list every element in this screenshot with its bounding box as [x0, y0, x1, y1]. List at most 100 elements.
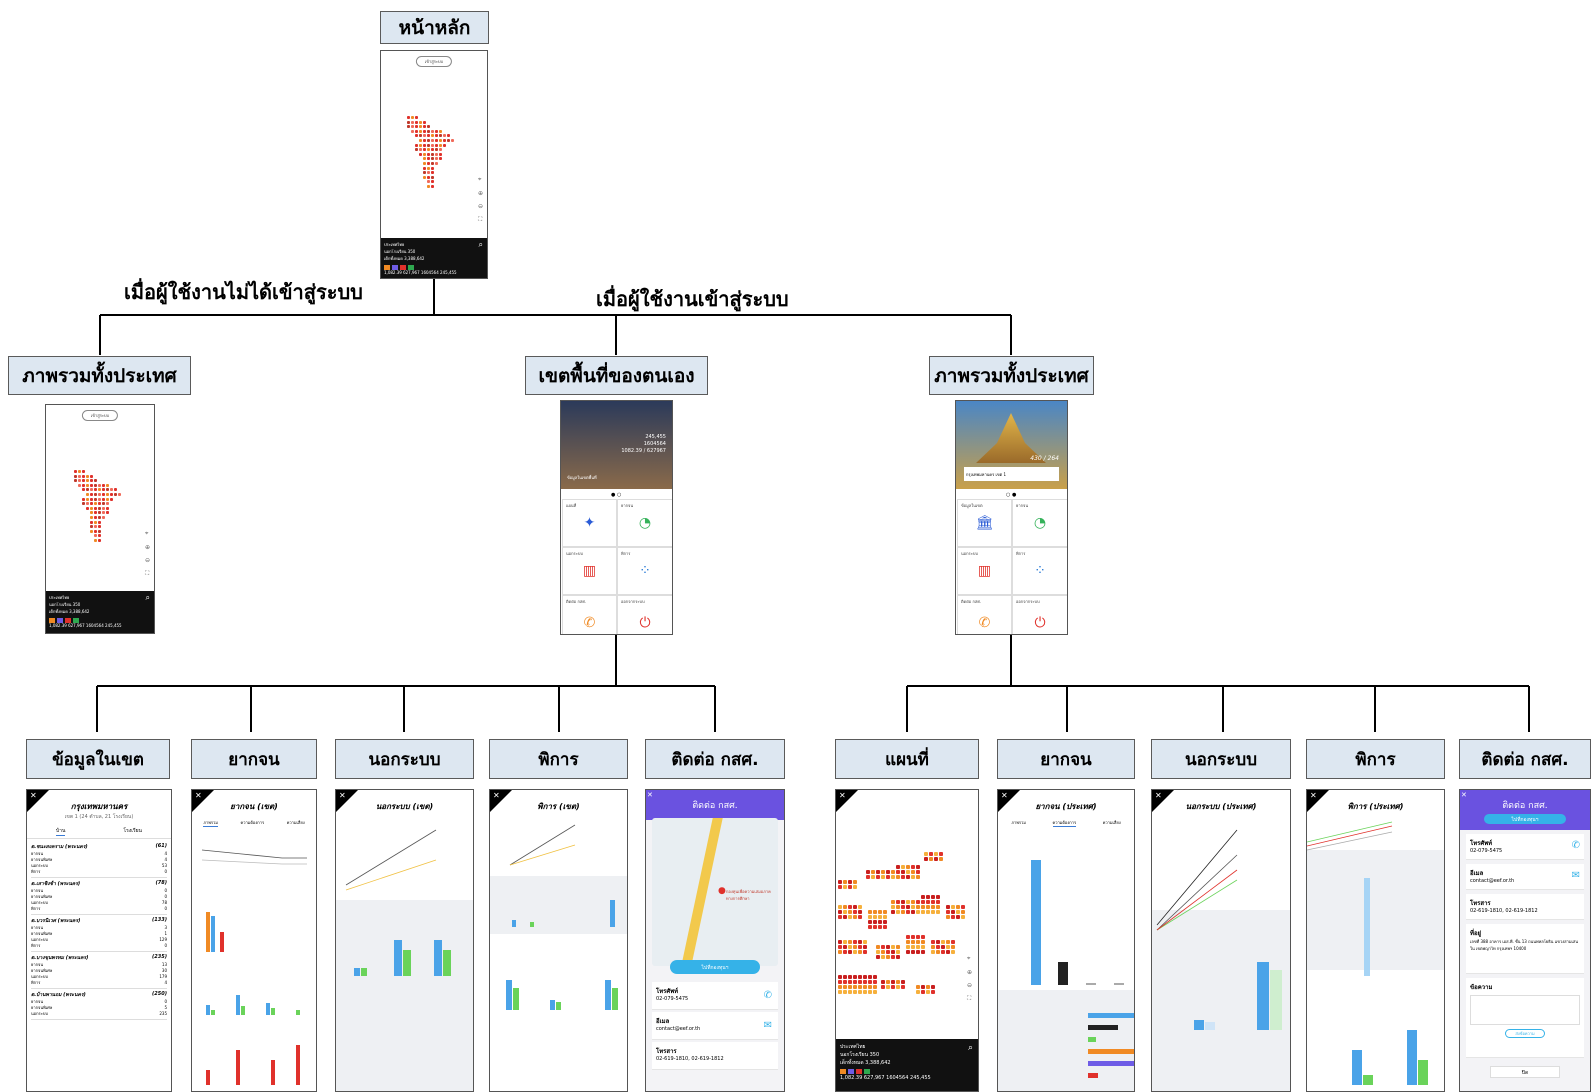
tile-map[interactable]: แผนที่ ✦	[562, 499, 617, 547]
province-marker[interactable]	[431, 129, 434, 133]
province-cell[interactable]	[863, 950, 867, 954]
province-cell[interactable]	[951, 905, 955, 909]
province-cell[interactable]	[843, 975, 847, 979]
province-cell[interactable]	[886, 985, 890, 989]
province-cell[interactable]	[961, 905, 965, 909]
province-cell[interactable]	[936, 895, 940, 899]
province-cell[interactable]	[838, 880, 842, 884]
province-marker[interactable]	[106, 511, 109, 515]
province-cell[interactable]	[868, 975, 872, 979]
province-marker[interactable]	[407, 120, 410, 124]
province-cell[interactable]	[921, 945, 925, 949]
province-marker[interactable]	[411, 129, 414, 133]
province-cell[interactable]	[891, 910, 895, 914]
province-cell[interactable]	[891, 955, 895, 959]
province-cell[interactable]	[886, 870, 890, 874]
province-marker[interactable]	[419, 139, 422, 142]
province-marker[interactable]	[82, 483, 85, 487]
province-cell[interactable]	[878, 925, 882, 929]
province-cell[interactable]	[868, 980, 872, 984]
province-cell[interactable]	[838, 950, 842, 954]
province-marker[interactable]	[94, 479, 97, 483]
province-cell[interactable]	[946, 915, 950, 919]
province-cell[interactable]	[926, 905, 930, 909]
province-cell[interactable]	[853, 910, 857, 914]
province-cell[interactable]	[931, 945, 935, 949]
province-marker[interactable]	[439, 134, 442, 138]
province-marker[interactable]	[423, 157, 426, 161]
search-icon[interactable]: ⌕	[146, 593, 150, 603]
province-cell[interactable]	[853, 975, 857, 979]
province-marker[interactable]	[94, 483, 97, 487]
close-icon[interactable]: ✕	[493, 791, 500, 800]
province-marker[interactable]	[94, 502, 97, 506]
province-cell[interactable]	[866, 870, 870, 874]
province-cell[interactable]	[838, 885, 842, 889]
province-cell[interactable]	[911, 900, 915, 904]
province-cell[interactable]	[916, 875, 920, 879]
province-marker[interactable]	[439, 157, 442, 161]
province-cell[interactable]	[916, 990, 920, 994]
province-cell[interactable]	[848, 945, 852, 949]
province-marker[interactable]	[98, 483, 101, 487]
province-cell[interactable]	[883, 910, 887, 914]
province-cell[interactable]	[886, 980, 890, 984]
province-cell[interactable]	[926, 910, 930, 914]
province-cell[interactable]	[896, 985, 900, 989]
province-marker[interactable]	[82, 502, 85, 506]
province-cell[interactable]	[843, 985, 847, 989]
contact-phone-row[interactable]: โทรศัพท์ 02-079-5475 ✆	[1466, 834, 1584, 860]
province-cell[interactable]	[878, 910, 882, 914]
province-cell[interactable]	[863, 945, 867, 949]
province-marker[interactable]	[447, 134, 450, 138]
province-cell[interactable]	[876, 870, 880, 874]
province-marker[interactable]	[78, 479, 81, 483]
province-cell[interactable]	[946, 945, 950, 949]
province-cell[interactable]	[936, 950, 940, 954]
province-cell[interactable]	[921, 905, 925, 909]
province-cell[interactable]	[873, 985, 877, 989]
tile-disabled[interactable]: พิการ ⁘	[1012, 547, 1067, 595]
province-marker[interactable]	[427, 139, 430, 142]
tile-out-of-system[interactable]: นอกระบบ ▥	[957, 547, 1012, 595]
district-group[interactable]: ต.ชนะสงคราม (พระนคร) (61) ยากจน 4 ยากจนพิเศษ…	[31, 841, 167, 878]
province-marker[interactable]	[439, 139, 442, 142]
province-marker[interactable]	[435, 148, 438, 152]
province-cell[interactable]	[916, 900, 920, 904]
province-cell[interactable]	[848, 910, 852, 914]
tile-area-data[interactable]: ข้อมูลในเขต 🏛	[957, 499, 1012, 547]
province-cell[interactable]	[883, 915, 887, 919]
province-marker[interactable]	[110, 493, 113, 496]
province-marker[interactable]	[90, 511, 93, 515]
province-cell[interactable]	[878, 920, 882, 924]
province-cell[interactable]	[939, 857, 943, 861]
province-cell[interactable]	[843, 910, 847, 914]
province-marker[interactable]	[114, 488, 117, 492]
province-cell[interactable]	[858, 940, 862, 944]
login-pill-button[interactable]: เข้าสู่ระบบ	[415, 56, 453, 67]
go-to-fund-button[interactable]: ไปที่กองทุนฯ	[1484, 814, 1566, 824]
province-cell[interactable]	[916, 870, 920, 874]
province-marker[interactable]	[94, 534, 97, 538]
province-marker[interactable]	[82, 470, 85, 473]
province-marker[interactable]	[415, 116, 418, 119]
province-marker[interactable]	[435, 134, 438, 138]
province-cell[interactable]	[911, 935, 915, 939]
province-cell[interactable]	[863, 940, 867, 944]
province-marker[interactable]	[427, 185, 430, 188]
province-marker[interactable]	[415, 134, 418, 138]
province-marker[interactable]	[74, 479, 77, 483]
province-cell[interactable]	[924, 857, 928, 861]
contact-email-row[interactable]: อีเมล contact@eef.or.th ✉	[652, 1012, 778, 1040]
province-cell[interactable]	[843, 980, 847, 984]
province-marker[interactable]	[407, 125, 410, 129]
province-cell[interactable]	[853, 980, 857, 984]
province-marker[interactable]	[94, 516, 97, 519]
province-cell[interactable]	[946, 940, 950, 944]
province-cell[interactable]	[916, 910, 920, 914]
province-marker[interactable]	[415, 120, 418, 124]
province-cell[interactable]	[901, 905, 905, 909]
province-cell[interactable]	[886, 945, 890, 949]
tile-logout[interactable]: ออกจากระบบ ⏻	[1012, 595, 1067, 634]
tab-home[interactable]: บ้าน	[56, 827, 66, 836]
